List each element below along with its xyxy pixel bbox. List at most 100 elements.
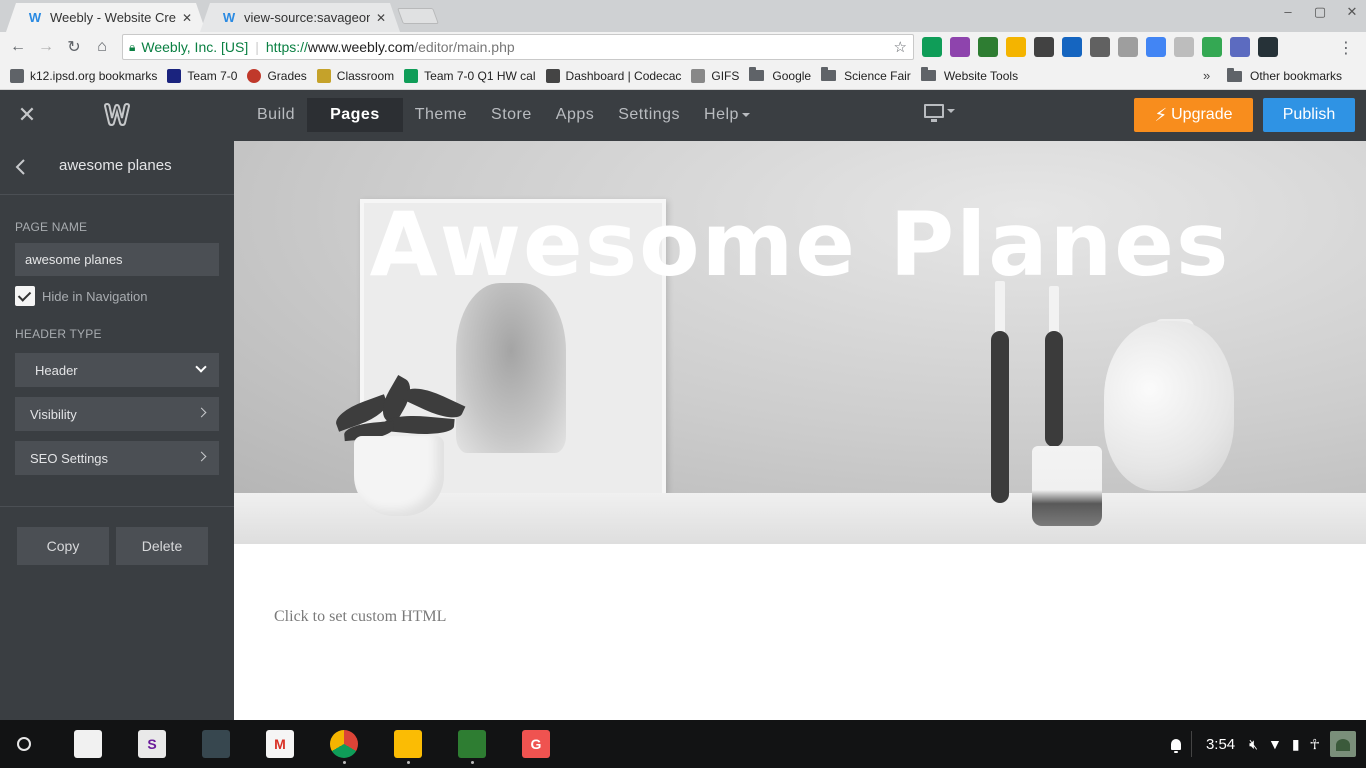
gmail-app-icon[interactable]: M [266,730,294,758]
seo-settings-label: SEO Settings [30,450,109,466]
chrome-menu-icon[interactable]: ⋮ [1338,38,1354,58]
nav-tab-label: Help [704,106,739,123]
close-window-icon[interactable]: ✕ [1344,4,1360,20]
extension-icon[interactable] [1090,37,1110,57]
hero-title[interactable]: Awesome Planes [234,193,1366,296]
nav-tab-label: Store [491,106,532,123]
g-app-icon[interactable]: G [522,730,550,758]
status-tray[interactable]: 3:54 🔇︎ ▼ ▮ ☥ [1170,720,1366,768]
address-bar[interactable]: 🔒︎ Weebly, Inc. [US] | https:// www.weeb… [122,34,914,60]
candlestick [991,331,1009,503]
lightning-bolt-icon: ⚡︎ [1154,104,1168,125]
chrome-canary-app-icon[interactable] [74,730,102,758]
bookmark-item[interactable]: Grades [247,68,307,83]
nav-tab-store[interactable]: Store [479,98,544,132]
mute-icon[interactable]: 🔇︎ [1249,736,1258,753]
calculator-app-icon[interactable] [202,730,230,758]
nav-tab-settings[interactable]: Settings [606,98,692,132]
device-preview-toggle[interactable] [924,104,955,122]
minimize-icon[interactable]: – [1280,4,1296,20]
nav-tab-pages[interactable]: Pages [307,98,403,132]
tab-view-source[interactable]: W view-source:savageonly ✕ [200,3,400,32]
bookmark-item[interactable]: Team 7-0 [167,68,238,83]
nav-tab-theme[interactable]: Theme [403,98,479,132]
grades-icon [247,68,262,83]
wifi-icon[interactable]: ▼ [1268,736,1282,752]
extension-icon[interactable] [1118,37,1138,57]
tab-close-icon[interactable]: ✕ [182,11,192,25]
slides-app-icon[interactable]: S [138,730,166,758]
visibility-row[interactable]: Visibility [15,397,219,431]
back-icon[interactable]: ← [4,38,32,56]
bookmark-item[interactable]: Classroom [316,68,394,83]
extension-icon[interactable] [1146,37,1166,57]
nav-tab-apps[interactable]: Apps [544,98,606,132]
bookmark-label: GIFS [711,68,740,83]
extension-icon[interactable] [1062,37,1082,57]
custom-html-placeholder[interactable]: Click to set custom HTML [274,608,446,626]
bookmark-item[interactable]: GIFS [691,68,740,83]
classroom-app-icon[interactable] [458,730,486,758]
back-chevron-icon[interactable] [14,158,28,176]
hide-in-navigation-checkbox[interactable] [15,286,35,306]
extension-icon[interactable] [1230,37,1250,57]
nav-tab-build[interactable]: Build [245,98,307,132]
accessibility-icon[interactable]: ☥ [1310,736,1320,753]
folder-icon [1227,67,1242,82]
running-indicator [407,761,410,764]
home-icon[interactable]: ⌂ [88,38,116,56]
bookmark-item[interactable]: k12.ipsd.org bookmarks [10,68,157,83]
bookmark-label: Website Tools [943,68,1019,83]
upgrade-button[interactable]: ⚡︎ Upgrade [1134,98,1253,132]
bookmark-label: Team 7-0 [187,68,238,83]
extension-icon[interactable] [1006,37,1026,57]
bookmark-page-icon [10,68,24,83]
tab-close-icon[interactable]: ✕ [376,11,386,25]
sheets-icon [404,68,419,83]
chrome-app-icon[interactable] [330,730,358,758]
folder-icon [749,67,765,81]
copy-page-button[interactable]: Copy [17,527,109,565]
reload-icon[interactable]: ↻ [60,37,88,57]
header-image[interactable]: Awesome Planes [234,141,1366,544]
extension-icon[interactable] [1202,37,1222,57]
extension-icon[interactable] [1034,37,1054,57]
extension-icon[interactable] [978,37,998,57]
other-bookmarks[interactable]: Other bookmarks [1227,62,1342,90]
delete-page-button[interactable]: Delete [116,527,208,565]
hide-in-navigation-option[interactable]: Hide in Navigation [15,286,148,306]
bookmark-item[interactable]: Website Tools [920,67,1019,83]
extension-icon[interactable] [922,37,942,57]
tab-weebly[interactable]: W Weebly - Website Creation ✕ [6,3,206,32]
forward-icon[interactable]: → [32,38,60,56]
tab-strip: W Weebly - Website Creation ✕ W view-sou… [0,0,1366,32]
extension-icon[interactable] [1174,37,1194,57]
bookmark-star-icon[interactable]: ☆ [894,38,907,56]
page-icon [691,68,706,83]
bookmark-item[interactable]: Science Fair [821,67,911,83]
battery-icon[interactable]: ▮ [1292,736,1300,753]
notification-bell-icon[interactable] [1170,738,1181,753]
bookmark-item[interactable]: Dashboard | Codecac [545,68,681,83]
page-name-input[interactable]: awesome planes [15,243,219,276]
extension-icon[interactable] [950,37,970,57]
extension-icon[interactable] [1258,37,1278,57]
bookmarks-overflow-icon[interactable]: » [1203,68,1210,83]
folder-icon [920,67,936,81]
weebly-logo-icon[interactable] [102,102,132,128]
window-controls: – ▢ ✕ [1280,4,1360,20]
chevron-down-icon [947,109,955,113]
drive-app-icon[interactable] [394,730,422,758]
header-type-select[interactable]: Header [15,353,219,387]
publish-button[interactable]: Publish [1263,98,1355,132]
bookmark-item[interactable]: Google [749,67,811,83]
new-tab-button[interactable] [397,8,439,24]
user-avatar[interactable] [1330,731,1356,757]
clock[interactable]: 3:54 [1206,736,1235,753]
bookmark-item[interactable]: Team 7-0 Q1 HW cal [404,68,536,83]
nav-tab-help[interactable]: Help [692,98,762,132]
close-editor-icon[interactable]: ✕ [15,103,39,127]
restore-icon[interactable]: ▢ [1312,4,1328,20]
launcher-icon[interactable] [17,737,31,751]
seo-settings-row[interactable]: SEO Settings [15,441,219,475]
